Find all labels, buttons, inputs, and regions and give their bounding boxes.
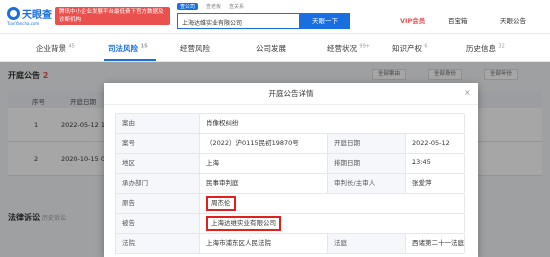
toolbox-link[interactable]: 百宝箱	[448, 15, 468, 25]
search-tabs: 查公司 查老板 查关系	[177, 3, 244, 10]
detail-row: 承办部门 民事审判庭 审判长/主审人 张爱萍	[116, 174, 465, 194]
tab-intellectual-property[interactable]: 知识产权 6	[392, 43, 428, 54]
tab-label: 企业背景	[36, 44, 66, 53]
detail-label: 排期日期	[328, 154, 406, 173]
tab-count: 32	[498, 43, 505, 50]
logo-subtext: TianYancha.com	[7, 21, 40, 26]
search-input[interactable]: 上海达维实业有限公司	[177, 13, 300, 29]
tab-count: 6	[424, 43, 428, 50]
search-button[interactable]: 天眼一下	[300, 13, 350, 29]
detail-label: 地区	[116, 154, 200, 173]
detail-label: 法院	[116, 234, 200, 253]
detail-row: 地区 上海 排期日期 -	[116, 154, 465, 174]
tab-count: 15	[140, 43, 148, 50]
detail-label: 案号	[116, 134, 200, 153]
tab-label: 历史信息	[466, 44, 496, 53]
tab-label: 知识产权	[392, 44, 422, 53]
tab-label: 经营状况	[327, 44, 357, 53]
plaintiff-link[interactable]: 周杰伦	[206, 196, 236, 211]
detail-row: 被告 上海达维实业有限公司	[116, 214, 465, 234]
detail-row: 案由 肖像权纠纷	[116, 114, 465, 134]
detail-value: 西诸第二十一法庭	[406, 234, 465, 253]
detail-label: 承办部门	[116, 174, 200, 193]
detail-label: 开庭日期	[328, 134, 406, 153]
detail-value: -	[406, 154, 465, 173]
logo-icon	[7, 7, 20, 20]
user-menu[interactable]: 天眼公告	[500, 15, 526, 25]
detail-row: 案号 （2022）沪0115民初19870号 开庭日期 2022-05-12 1…	[116, 134, 465, 166]
search-tab-company[interactable]: 查公司	[177, 3, 199, 10]
detail-value: 上海市浦东区人民法院	[200, 234, 328, 253]
tab-label: 经营风险	[180, 44, 210, 53]
close-icon[interactable]: ×	[464, 89, 471, 97]
detail-value: 肖像权纠纷	[200, 114, 465, 133]
detail-label: 案由	[116, 114, 200, 133]
detail-value: 民事审判庭	[200, 174, 328, 193]
tab-judicial-risk[interactable]: 司法风险 15	[108, 43, 148, 54]
detail-value: 2022-05-12 13:45	[406, 134, 465, 166]
tab-enterprise-background[interactable]: 企业背景 45	[36, 43, 75, 54]
promo-banner[interactable]: 腾讯中小企业发展平台最低费下官方数据及诊断机构	[55, 7, 170, 25]
site-logo[interactable]: 天眼查 TianYancha.com	[7, 6, 52, 28]
vip-link[interactable]: VIP会员	[400, 15, 425, 25]
detail-row: 法院 上海市浦东区人民法院 法庭 西诸第二十一法庭	[116, 234, 465, 254]
tab-count: 45	[68, 43, 75, 50]
tab-label: 公司发展	[256, 44, 286, 53]
tab-company-development[interactable]: 公司发展	[256, 43, 286, 54]
tab-count: 99+	[359, 43, 370, 50]
search-tab-boss[interactable]: 查老板	[206, 3, 221, 10]
plaintiff-value: 周杰伦	[200, 194, 465, 213]
detail-value: （2022）沪0115民初19870号	[200, 134, 328, 153]
logo-text: 天眼查	[22, 10, 52, 21]
detail-row: 原告 周杰伦	[116, 194, 465, 214]
main-nav: 企业背景 45 司法风险 15 经营风险 公司发展 经营状况 99+ 知识产权 …	[0, 34, 550, 62]
tab-history[interactable]: 历史信息 32	[466, 43, 505, 54]
detail-value: 上海	[200, 154, 328, 173]
detail-label: 原告	[116, 194, 200, 213]
detail-label: 被告	[116, 214, 200, 233]
tab-operating-status[interactable]: 经营状况 99+	[327, 43, 370, 54]
active-tab-indicator	[104, 59, 156, 61]
defendant-link[interactable]: 上海达维实业有限公司	[206, 216, 281, 231]
defendant-value: 上海达维实业有限公司	[200, 214, 465, 233]
detail-table: 案由 肖像权纠纷 案号 （2022）沪0115民初19870号 开庭日期 202…	[115, 113, 465, 254]
top-header: 天眼查 TianYancha.com 腾讯中小企业发展平台最低费下官方数据及诊断…	[0, 0, 550, 34]
tab-label: 司法风险	[108, 44, 138, 53]
detail-label: 审判长/主审人	[328, 174, 406, 193]
modal-title: 开庭公告详情	[104, 83, 478, 105]
tab-operating-risk[interactable]: 经营风险	[180, 43, 210, 54]
detail-value: 张爱萍	[406, 174, 465, 193]
search-tab-relation[interactable]: 查关系	[229, 3, 244, 10]
detail-label: 法庭	[328, 234, 406, 253]
hearing-detail-modal: 开庭公告详情 × 案由 肖像权纠纷 案号 （2022）沪0115民初19870号…	[104, 83, 478, 257]
